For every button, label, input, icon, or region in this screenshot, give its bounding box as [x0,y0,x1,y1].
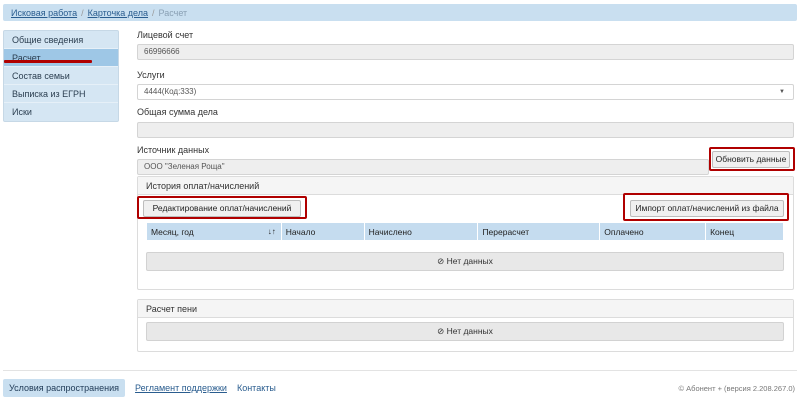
sidebar-item-calculation[interactable]: Расчет [4,49,118,67]
account-label: Лицевой счет [137,30,194,40]
breadcrumb-separator: / [152,7,155,18]
column-header-recalculation[interactable]: Перерасчет [477,222,601,241]
column-header-end[interactable]: Конец [705,222,784,241]
sidebar: Общие сведения Расчет Состав семьи Выпис… [3,30,119,122]
payment-history-title: История оплат/начислений [138,177,793,195]
total-sum-field [137,122,794,138]
no-data-label: Нет данных [446,326,493,336]
payment-history-empty-state: ⊘ Нет данных [146,252,784,271]
account-field: 66996666 [137,44,794,60]
total-sum-label: Общая сумма дела [137,107,218,117]
breadcrumb: Исковая работа / Карточка дела / Расчет [3,4,797,21]
services-select[interactable]: 4444(Код:333) ▼ [137,84,794,100]
services-label: Услуги [137,70,165,80]
refresh-data-button[interactable]: Обновить данные [712,151,790,168]
penalty-empty-state: ⊘ Нет данных [146,322,784,341]
services-value: 4444(Код:333) [144,87,197,96]
penalty-title: Расчет пени [138,300,793,318]
data-source-label: Источник данных [137,145,210,155]
caret-down-icon: ▼ [779,89,785,95]
footer-version: © Абонент + (версия 2.208.267.0) [678,383,795,393]
data-source-field: ООО "Зеленая Роща" [137,159,709,175]
breadcrumb-link-lawsuit-work[interactable]: Исковая работа [11,8,77,18]
column-header-accrued[interactable]: Начислено [363,222,479,241]
edit-payments-button[interactable]: Редактирование оплат/начислений [143,200,301,217]
sidebar-item-egrn-extract[interactable]: Выписка из ЕГРН [4,85,118,103]
ban-icon: ⊘ [437,256,445,266]
import-payments-button[interactable]: Импорт оплат/начислений из файла [630,200,784,217]
sort-icon[interactable]: ↓↑ [268,227,276,236]
column-header-start[interactable]: Начало [280,222,365,241]
footer-divider [3,370,797,371]
breadcrumb-separator: / [81,7,84,18]
breadcrumb-link-case-card[interactable]: Карточка дела [88,8,148,18]
breadcrumb-current: Расчет [158,7,188,18]
active-item-highlight-underline [4,60,92,63]
column-header-paid[interactable]: Оплачено [599,222,707,241]
sidebar-item-general-info[interactable]: Общие сведения [4,31,118,49]
footer-contacts-link[interactable]: Контакты [237,383,276,393]
footer-support-link[interactable]: Регламент поддержки [135,383,227,393]
table-header-row: Месяц, год ↓↑ Начало Начислено Перерасче… [146,222,784,241]
main-content: Лицевой счет 66996666 Услуги 4444(Код:33… [137,30,794,175]
payment-history-table: Месяц, год ↓↑ Начало Начислено Перерасче… [146,222,784,241]
ban-icon: ⊘ [437,326,445,336]
footer: Условия распространения Регламент поддер… [3,379,797,397]
sidebar-item-lawsuits[interactable]: Иски [4,103,118,121]
sidebar-item-family[interactable]: Состав семьи [4,67,118,85]
column-header-month-year[interactable]: Месяц, год ↓↑ [146,222,282,241]
footer-terms-link[interactable]: Условия распространения [3,379,126,397]
no-data-label: Нет данных [446,256,493,266]
